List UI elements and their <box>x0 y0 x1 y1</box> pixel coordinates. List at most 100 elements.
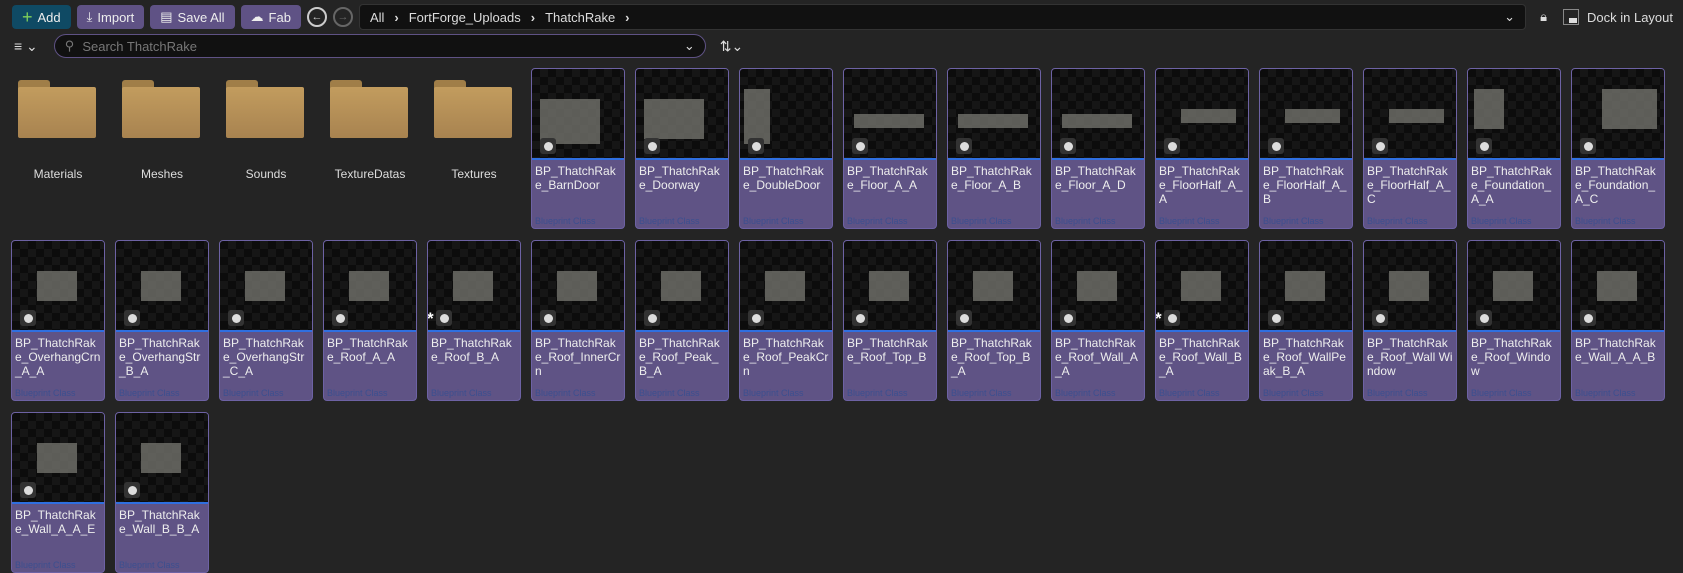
blueprint-icon <box>1476 310 1492 326</box>
asset-tile[interactable]: BP_ThatchRake_FloorHalf_A_B Blueprint Cla… <box>1259 68 1353 229</box>
asset-type: Blueprint Class <box>1471 216 1532 226</box>
asset-tile[interactable]: BP_ThatchRake_Wall_A_A_B Blueprint Class <box>1571 240 1665 401</box>
folder-icon <box>18 80 96 138</box>
add-button[interactable]: + Add <box>12 5 71 29</box>
asset-thumbnail <box>636 69 728 160</box>
blueprint-icon <box>1476 138 1492 154</box>
breadcrumb-fortforge[interactable]: FortForge_Uploads <box>409 10 521 25</box>
asset-name: BP_ThatchRake_Roof_Top_B <box>847 336 928 364</box>
asset-thumbnail <box>1052 69 1144 160</box>
asset-tile[interactable]: BP_ThatchRake_Foundation_A_A Blueprint Cl… <box>1467 68 1561 229</box>
search-input[interactable]: ⚲ Search ThatchRake ⌄ <box>53 34 706 58</box>
folder-item[interactable]: Sounds <box>219 68 313 229</box>
asset-name: BP_ThatchRake_Foundation_A_C <box>1575 164 1656 206</box>
asset-tile[interactable]: BP_ThatchRake_Roof_Wall_A_A Blueprint Cla… <box>1051 240 1145 401</box>
chevron-down-icon[interactable]: ⌄ <box>684 38 695 54</box>
asset-name: BP_ThatchRake_Wall_A_A_E <box>15 508 96 536</box>
blueprint-icon <box>1580 310 1596 326</box>
asset-type: Blueprint Class <box>535 388 596 398</box>
asset-type: Blueprint Class <box>639 388 700 398</box>
top-toolbar: + Add ⤓ Import ▤ Save All ☁ Fab ← → All › For… <box>12 4 1673 30</box>
asset-tile[interactable]: BP_ThatchRake_Roof_WallPeak_B_A Blueprint… <box>1259 240 1353 401</box>
asset-tile[interactable]: BP_ThatchRake_Roof_A_A Blueprint Class <box>323 240 417 401</box>
asset-type: Blueprint Class <box>327 388 388 398</box>
asset-thumbnail <box>1468 241 1560 332</box>
folder-name: Sounds <box>245 167 287 181</box>
fab-button[interactable]: ☁ Fab <box>240 5 301 29</box>
asset-tile[interactable]: BP_ThatchRake_Wall_B_B_A Blueprint Class <box>115 412 209 573</box>
blueprint-icon: * <box>428 309 452 328</box>
chevron-right-icon[interactable]: › <box>531 10 535 25</box>
asset-name: BP_ThatchRake_Roof_WallPeak_B_A <box>1263 336 1346 378</box>
asset-tile[interactable]: BP_ThatchRake_Roof_Peak_B_A Blueprint Cla… <box>635 240 729 401</box>
blueprint-icon <box>1372 138 1388 154</box>
asset-type: Blueprint Class <box>1055 388 1116 398</box>
asset-name: BP_ThatchRake_Floor_A_A <box>847 164 928 192</box>
folder-name: TextureDatas <box>334 167 406 181</box>
asset-type: Blueprint Class <box>535 216 596 226</box>
asset-tile[interactable]: BP_ThatchRake_Floor_A_B Blueprint Class <box>947 68 1041 229</box>
asset-tile[interactable]: BP_ThatchRake_Roof_Top_B_A Blueprint Clas… <box>947 240 1041 401</box>
lock-icon[interactable]: 🔒︎ <box>1540 9 1547 25</box>
asset-thumbnail <box>116 241 208 332</box>
asset-tile[interactable]: BP_ThatchRake_Floor_A_A Blueprint Class <box>843 68 937 229</box>
back-button[interactable]: ← <box>306 7 327 27</box>
asset-tile[interactable]: BP_ThatchRake_DoubleDoor Blueprint Class <box>739 68 833 229</box>
breadcrumb-thatchrake[interactable]: ThatchRake <box>545 10 615 25</box>
asset-name: BP_ThatchRake_Roof_Wall_B_A <box>1159 336 1242 378</box>
asset-tile[interactable]: BP_ThatchRake_Roof_InnerCrn Blueprint Cla… <box>531 240 625 401</box>
asset-tile[interactable]: BP_ThatchRake_OverhangCrn_A_A Blueprint C… <box>11 240 105 401</box>
chevron-down-icon[interactable]: ⌄ <box>1504 9 1515 25</box>
asset-type: Blueprint Class <box>431 388 492 398</box>
asset-tile[interactable]: * BP_ThatchRake_Roof_B_A Blueprint Class <box>427 240 521 401</box>
blueprint-icon <box>20 482 36 498</box>
dock-in-layout-button[interactable]: Dock in Layout <box>1563 9 1673 25</box>
asset-thumbnail <box>12 413 104 504</box>
asset-tile[interactable]: BP_ThatchRake_Roof_Wall Window Blueprint … <box>1363 240 1457 401</box>
folder-icon <box>434 80 512 138</box>
asset-tile[interactable]: BP_ThatchRake_BarnDoor Blueprint Class <box>531 68 625 229</box>
asset-tile[interactable]: BP_ThatchRake_FloorHalf_A_A Blueprint Cla… <box>1155 68 1249 229</box>
save-all-button[interactable]: ▤ Save All <box>150 5 235 29</box>
asset-tile[interactable]: BP_ThatchRake_Roof_Window Blueprint Class <box>1467 240 1561 401</box>
asset-tile[interactable]: BP_ThatchRake_FloorHalf_A_C Blueprint Cla… <box>1363 68 1457 229</box>
asset-type: Blueprint Class <box>1367 388 1428 398</box>
chevron-right-icon[interactable]: › <box>394 10 398 25</box>
asset-type: Blueprint Class <box>1263 216 1324 226</box>
folder-item[interactable]: Materials <box>11 68 105 229</box>
asset-tile[interactable]: BP_ThatchRake_Wall_A_A_E Blueprint Class <box>11 412 105 573</box>
blueprint-icon <box>124 310 140 326</box>
dock-icon <box>1563 9 1579 25</box>
asset-name: BP_ThatchRake_Floor_A_B <box>951 164 1032 192</box>
asset-type: Blueprint Class <box>15 388 76 398</box>
breadcrumb-all[interactable]: All <box>370 10 384 25</box>
asset-tile[interactable]: BP_ThatchRake_Roof_Top_B Blueprint Class <box>843 240 937 401</box>
fab-icon: ☁ <box>250 9 264 24</box>
folder-name: Textures <box>451 167 497 181</box>
asset-tile[interactable]: * BP_ThatchRake_Roof_Wall_B_A Blueprint Cl… <box>1155 240 1249 401</box>
folder-item[interactable]: TextureDatas <box>323 68 417 229</box>
asset-tile[interactable]: BP_ThatchRake_OverhangStr_B_A Blueprint C… <box>115 240 209 401</box>
asset-tile[interactable]: BP_ThatchRake_Roof_PeakCrn Blueprint Clas… <box>739 240 833 401</box>
chevron-right-icon[interactable]: › <box>625 10 629 25</box>
sort-icon[interactable]: ⇅⌄ <box>720 38 743 55</box>
asset-thumbnail <box>740 69 832 160</box>
modified-icon: * <box>427 309 434 328</box>
folder-item[interactable]: Meshes <box>115 68 209 229</box>
filter-icon[interactable]: ≡ ⌄ <box>14 38 38 55</box>
save-icon: ▤ <box>160 9 173 24</box>
import-icon: ⤓ <box>86 9 93 24</box>
asset-tile[interactable]: BP_ThatchRake_Foundation_A_C Blueprint Cl… <box>1571 68 1665 229</box>
asset-tile[interactable]: BP_ThatchRake_OverhangStr_C_A Blueprint C… <box>219 240 313 401</box>
blueprint-icon <box>852 138 868 154</box>
asset-tile[interactable]: BP_ThatchRake_Floor_A_D Blueprint Class <box>1051 68 1145 229</box>
asset-thumbnail <box>12 241 104 332</box>
folder-item[interactable]: Textures <box>427 68 521 229</box>
blueprint-icon <box>228 310 244 326</box>
asset-tile[interactable]: BP_ThatchRake_Doorway Blueprint Class <box>635 68 729 229</box>
asset-name: BP_ThatchRake_OverhangStr_B_A <box>119 336 201 378</box>
asset-thumbnail <box>1572 241 1664 332</box>
asset-grid: Materials Meshes Sounds TextureDatas Texture… <box>11 68 1681 573</box>
forward-button[interactable]: → <box>332 7 353 27</box>
import-button[interactable]: ⤓ Import <box>76 5 145 29</box>
